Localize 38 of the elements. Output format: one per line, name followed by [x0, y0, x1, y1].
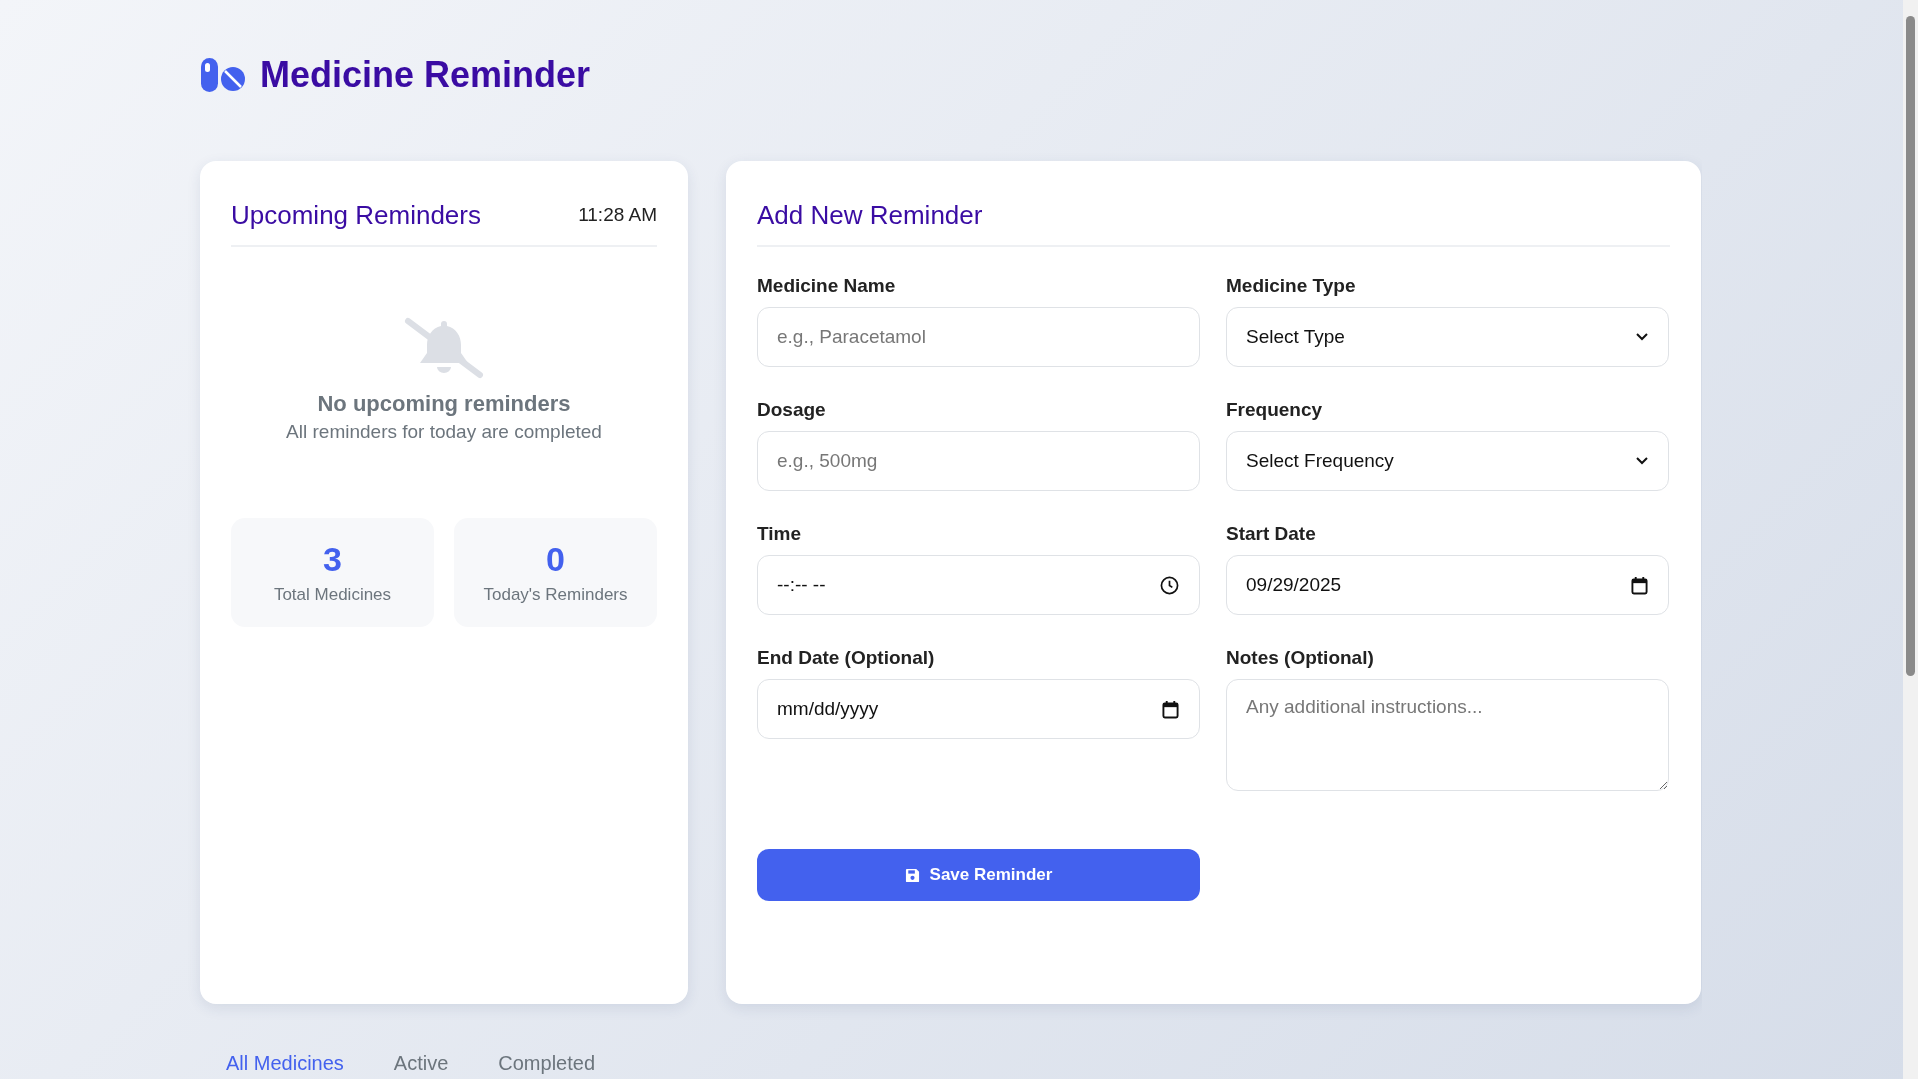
stat-label: Today's Reminders	[483, 585, 628, 605]
field-label: Dosage	[757, 399, 827, 421]
card-title: Upcoming Reminders	[231, 199, 481, 231]
chevron-icon	[1636, 457, 1648, 465]
calendar-icon	[1631, 575, 1648, 595]
muted-bell-icon	[404, 317, 484, 379]
scrollbar[interactable]	[1903, 0, 1918, 1079]
stat-value: 3	[323, 540, 342, 579]
empty-text: All reminders for today are completed	[286, 421, 602, 443]
app-title: Medicine Reminder	[260, 54, 591, 96]
field-label: Medicine Name	[757, 275, 897, 297]
clock-icon	[1160, 575, 1179, 595]
field-label: Start Date	[1226, 523, 1317, 545]
filter-tab[interactable]: All Medicines	[226, 1052, 344, 1075]
date-field[interactable]: 09/29/2025	[1226, 555, 1669, 615]
pills-icon	[200, 57, 246, 93]
filter-tab[interactable]: Completed	[498, 1052, 595, 1075]
stat-value: 0	[546, 540, 565, 579]
chevron-icon	[1636, 333, 1648, 341]
field-label: End Date (Optional)	[757, 647, 936, 669]
select-dropdown[interactable]: Select Type	[1226, 307, 1669, 367]
field-label: Notes (Optional)	[1226, 647, 1375, 669]
field-label: Medicine Type	[1226, 275, 1357, 297]
empty-title: No upcoming reminders	[317, 391, 571, 417]
calendar-icon	[1162, 699, 1179, 719]
card-title: Add New Reminder	[757, 199, 983, 231]
stat-label: Total Medicines	[273, 585, 392, 605]
field-label: Frequency	[1226, 399, 1324, 421]
filter-tab[interactable]: Active	[393, 1052, 449, 1075]
field-label: Time	[757, 523, 802, 545]
time-field[interactable]: --:-- --	[757, 555, 1200, 615]
date-field[interactable]: mm/dd/yyyy	[757, 679, 1200, 739]
current-time: 11:28 AM	[578, 204, 657, 226]
select-dropdown[interactable]: Select Frequency	[1226, 431, 1669, 491]
input-field[interactable]: e.g., 500mg	[757, 431, 1200, 491]
save-button[interactable]: Save Reminder	[757, 849, 1200, 901]
input-field[interactable]: e.g., Paracetamol	[757, 307, 1200, 367]
notes-field[interactable]: Any additional instructions...	[1226, 679, 1669, 791]
